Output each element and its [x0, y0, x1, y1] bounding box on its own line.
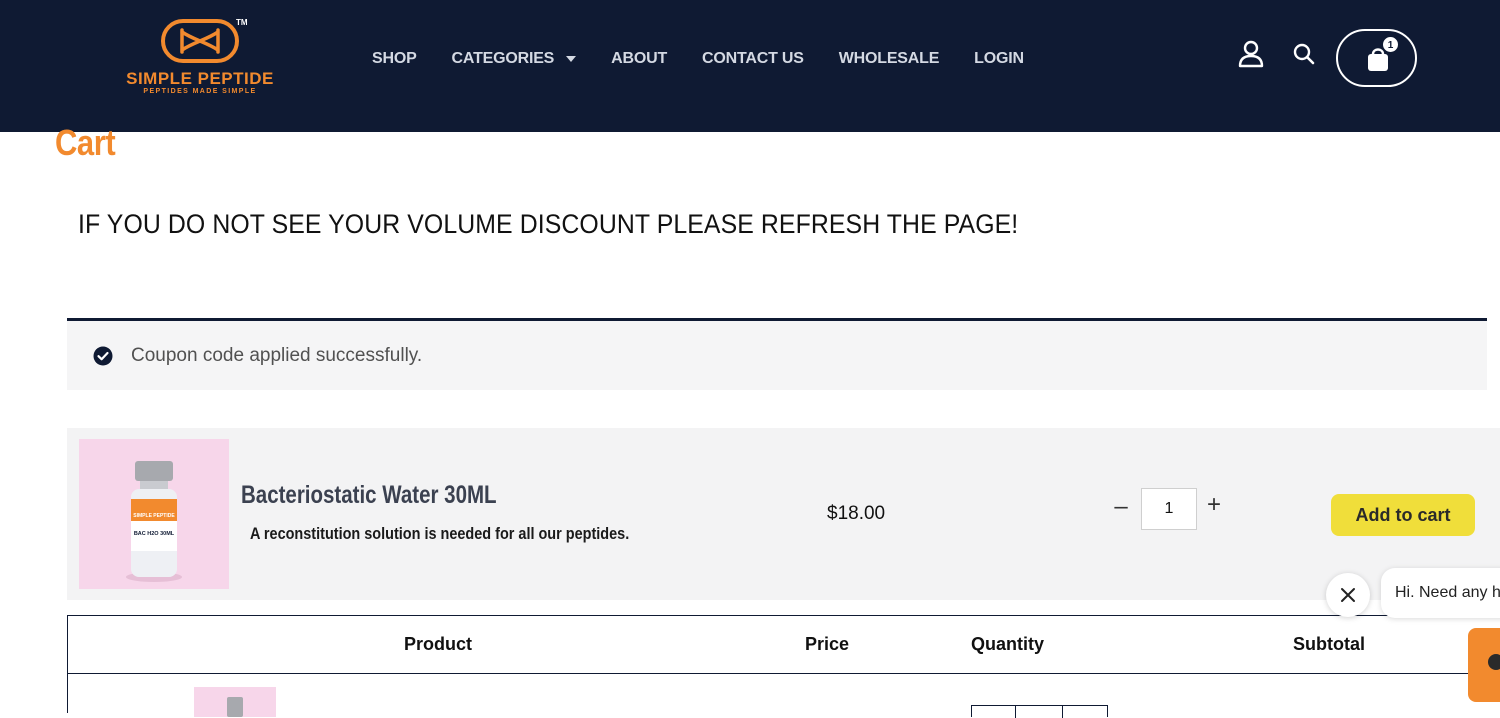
product-image[interactable]: SIMPLE PEPTIDE BAC H2O 30ML: [79, 439, 229, 589]
vial-label-brand: SIMPLE PEPTIDE: [133, 513, 175, 519]
logo-mark-icon: [161, 19, 239, 63]
upsell-product-row: SIMPLE PEPTIDE BAC H2O 30ML Bacteriostat…: [67, 428, 1500, 600]
product-description: A reconstitution solution is needed for …: [250, 524, 630, 543]
nav-about[interactable]: ABOUT: [611, 50, 667, 68]
nav-wholesale[interactable]: WHOLESALE: [839, 50, 940, 68]
chat-greeting-bubble[interactable]: Hi. Need any help?: [1381, 568, 1500, 618]
logo-name: SIMPLE PEPTIDE: [126, 69, 274, 88]
header-quantity: Quantity: [971, 634, 1045, 654]
cart-table-header: Product Price Quantity Subtotal: [68, 616, 1500, 674]
chevron-down-icon: [566, 56, 577, 62]
vial-label-text: BAC H2O 30ML: [134, 531, 175, 537]
product-price: $18.00: [827, 503, 886, 524]
nav-login[interactable]: LOGIN: [974, 50, 1024, 68]
notice-message: Coupon code applied successfully.: [131, 345, 423, 366]
coupon-success-notice: Coupon code applied successfully.: [67, 318, 1487, 390]
page-title: Cart: [55, 122, 116, 163]
header-product: Product: [404, 634, 473, 654]
nav-categories-label: CATEGORIES: [451, 50, 555, 67]
chat-launcher-button[interactable]: [1468, 628, 1500, 702]
site-header: TM SIMPLE PEPTIDE PEPTIDES MADE SIMPLE S…: [0, 0, 1500, 132]
cart-count-badge: 1: [1382, 36, 1399, 53]
main-nav: SHOP CATEGORIES ABOUT CONTACT US WHOLESA…: [372, 48, 1059, 70]
cart-button[interactable]: 1: [1336, 29, 1417, 87]
product-name[interactable]: Bacteriostatic Water 30ML: [241, 481, 497, 510]
header-price: Price: [805, 634, 850, 654]
add-to-cart-button[interactable]: Add to cart: [1331, 494, 1475, 536]
nav-contact-us[interactable]: CONTACT US: [702, 50, 804, 68]
quantity-input[interactable]: [1141, 488, 1197, 530]
cart-item-quantity-stepper[interactable]: [971, 705, 1108, 718]
chat-close-button[interactable]: [1326, 573, 1370, 617]
search-icon[interactable]: [1292, 42, 1316, 66]
user-icon[interactable]: [1238, 40, 1264, 68]
header-subtotal: Subtotal: [1293, 634, 1365, 654]
check-circle-icon: [93, 346, 113, 366]
logo-tagline: PEPTIDES MADE SIMPLE: [143, 88, 257, 95]
nav-shop[interactable]: SHOP: [372, 50, 417, 68]
nav-categories[interactable]: CATEGORIES: [452, 50, 577, 68]
site-logo[interactable]: TM SIMPLE PEPTIDE PEPTIDES MADE SIMPLE: [102, 18, 298, 100]
quantity-increase-button[interactable]: +: [1204, 492, 1224, 518]
logo-trademark: TM: [236, 18, 248, 27]
close-icon: [1341, 588, 1355, 602]
quantity-decrease-button[interactable]: –: [1111, 494, 1131, 520]
cart-table: Product Price Quantity Subtotal: [67, 615, 1500, 718]
vial-image: SIMPLE PEPTIDE BAC H2O 30ML: [126, 461, 182, 582]
volume-discount-notice: IF YOU DO NOT SEE YOUR VOLUME DISCOUNT P…: [78, 209, 1019, 239]
